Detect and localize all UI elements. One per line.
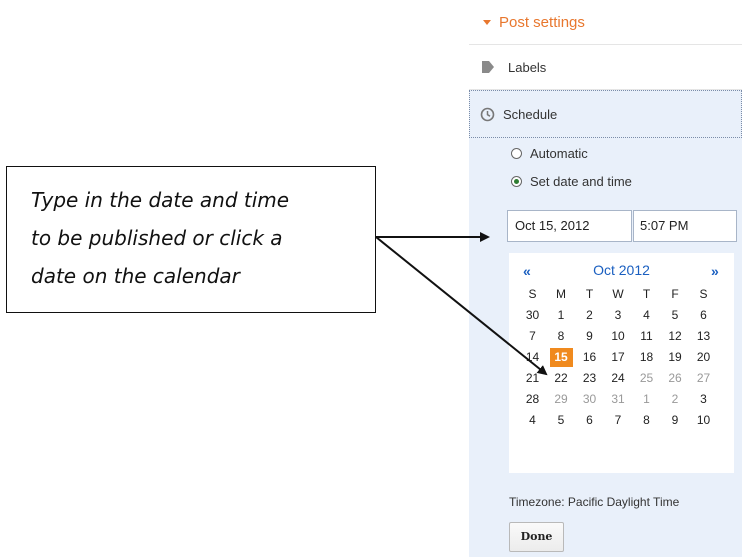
radio-set-date-time[interactable]: Set date and time [511, 174, 632, 189]
weekday-header: T [642, 287, 651, 301]
calendar-day[interactable]: 21 [521, 369, 544, 388]
calendar-day[interactable]: 30 [578, 390, 601, 409]
post-settings-panel: Post settings Labels Schedule Automatic … [469, 0, 742, 557]
radio-automatic-button[interactable] [511, 148, 522, 159]
labels-section[interactable]: Labels [469, 45, 742, 90]
calendar-day[interactable]: 5 [664, 306, 687, 325]
calendar-day[interactable]: 24 [607, 369, 630, 388]
tag-icon [481, 60, 495, 74]
calendar-day[interactable]: 12 [664, 327, 687, 346]
calendar-day[interactable]: 2 [664, 390, 687, 409]
calendar-day[interactable]: 17 [607, 348, 630, 367]
calendar-day[interactable]: 1 [635, 390, 658, 409]
calendar-day-selected[interactable]: 15 [549, 348, 573, 367]
post-settings-header[interactable]: Post settings [469, 0, 742, 45]
callout-line-2: to be published or click a [31, 226, 283, 250]
calendar-day[interactable]: 16 [578, 348, 601, 367]
calendar-day[interactable]: 31 [607, 390, 630, 409]
calendar-day[interactable]: 13 [692, 327, 715, 346]
labels-title: Labels [508, 59, 547, 75]
next-month-button[interactable]: » [711, 263, 719, 279]
calendar-day[interactable]: 22 [550, 369, 573, 388]
calendar-day[interactable]: 26 [664, 369, 687, 388]
calendar-day[interactable]: 23 [578, 369, 601, 388]
done-button[interactable]: Done [509, 522, 564, 552]
calendar-day[interactable]: 4 [521, 411, 544, 430]
schedule-title: Schedule [503, 106, 558, 122]
calendar: « Oct 2012 » S M T W T F S 30 1 2 3 4 5 6 7 8 9 10 11 12 13 1… [509, 253, 734, 473]
timezone-text: Timezone: Pacific Daylight Time [509, 495, 680, 509]
callout-box: Type in the date and time to be publishe… [6, 166, 376, 313]
radio-set-date-time-label: Set date and time [530, 174, 632, 189]
calendar-day[interactable]: 2 [578, 306, 601, 325]
calendar-day[interactable]: 27 [692, 369, 715, 388]
weekday-header: S [528, 287, 537, 301]
calendar-day[interactable]: 28 [521, 390, 544, 409]
calendar-day[interactable]: 6 [692, 306, 715, 325]
weekday-header: M [556, 287, 566, 301]
schedule-section: Schedule Automatic Set date and time Oct… [469, 90, 742, 557]
radio-automatic[interactable]: Automatic [511, 146, 588, 161]
calendar-day[interactable]: 7 [521, 327, 544, 346]
calendar-day[interactable]: 11 [635, 327, 658, 346]
calendar-day[interactable]: 4 [635, 306, 658, 325]
calendar-month-title: Oct 2012 [593, 262, 650, 278]
calendar-day[interactable]: 30 [521, 306, 544, 325]
weekday-header: T [585, 287, 594, 301]
calendar-day[interactable]: 10 [607, 327, 630, 346]
calendar-day[interactable]: 9 [578, 327, 601, 346]
calendar-day[interactable]: 18 [635, 348, 658, 367]
expand-triangle-icon [483, 19, 491, 25]
weekday-header: W [612, 287, 624, 301]
callout-line-1: Type in the date and time [31, 188, 290, 212]
calendar-day[interactable]: 19 [664, 348, 687, 367]
calendar-day[interactable]: 3 [607, 306, 630, 325]
callout-text: Type in the date and time to be publishe… [31, 181, 361, 295]
callout-line-3: date on the calendar [31, 264, 240, 288]
post-settings-title: Post settings [499, 13, 585, 31]
calendar-day[interactable]: 25 [635, 369, 658, 388]
schedule-header[interactable]: Schedule [469, 90, 742, 138]
time-input[interactable]: 5:07 PM [633, 210, 737, 242]
radio-automatic-label: Automatic [530, 146, 588, 161]
calendar-day[interactable]: 3 [692, 390, 715, 409]
calendar-day[interactable]: 8 [550, 327, 573, 346]
radio-set-date-time-button[interactable] [511, 176, 522, 187]
calendar-day[interactable]: 9 [664, 411, 687, 430]
calendar-day[interactable]: 8 [635, 411, 658, 430]
calendar-day[interactable]: 10 [692, 411, 715, 430]
weekday-header: F [671, 287, 679, 301]
calendar-day[interactable]: 7 [607, 411, 630, 430]
calendar-day[interactable]: 1 [550, 306, 573, 325]
calendar-day[interactable]: 6 [578, 411, 601, 430]
calendar-day[interactable]: 5 [550, 411, 573, 430]
calendar-day[interactable]: 29 [550, 390, 573, 409]
weekday-header: S [699, 287, 708, 301]
date-input[interactable]: Oct 15, 2012 [507, 210, 632, 242]
calendar-day[interactable]: 20 [692, 348, 715, 367]
clock-icon [480, 107, 495, 122]
calendar-day[interactable]: 14 [521, 348, 544, 367]
